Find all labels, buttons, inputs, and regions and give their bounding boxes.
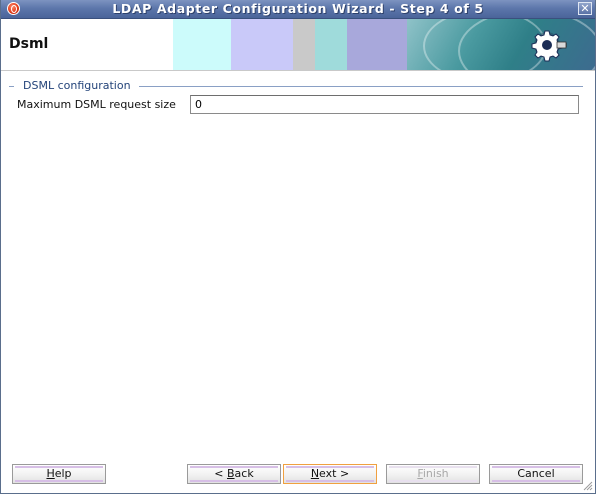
gear-plug-icon <box>531 30 567 62</box>
cancel-button[interactable]: Cancel <box>489 464 583 484</box>
max-dsml-request-size-label: Maximum DSML request size <box>17 98 176 111</box>
section-legend: DSML configuration <box>23 79 131 92</box>
help-button[interactable]: Help <box>12 464 106 484</box>
window-title: LDAP Adapter Configuration Wizard - Step… <box>112 1 484 16</box>
back-button[interactable]: < Back <box>187 464 281 484</box>
close-icon[interactable]: ✕ <box>578 2 592 15</box>
wizard-window: LDAP Adapter Configuration Wizard - Step… <box>0 0 596 494</box>
max-dsml-request-size-input[interactable] <box>190 95 579 114</box>
header-banner <box>173 19 595 70</box>
title-bar[interactable]: LDAP Adapter Configuration Wizard - Step… <box>1 0 595 19</box>
page-title: Dsml <box>9 36 49 52</box>
resize-grip-icon[interactable] <box>583 481 593 491</box>
finish-button[interactable]: Finish <box>386 464 480 484</box>
wizard-header: Dsml <box>1 19 595 71</box>
next-button[interactable]: Next > <box>283 464 377 484</box>
dsml-config-section: DSML configuration <box>9 79 595 93</box>
